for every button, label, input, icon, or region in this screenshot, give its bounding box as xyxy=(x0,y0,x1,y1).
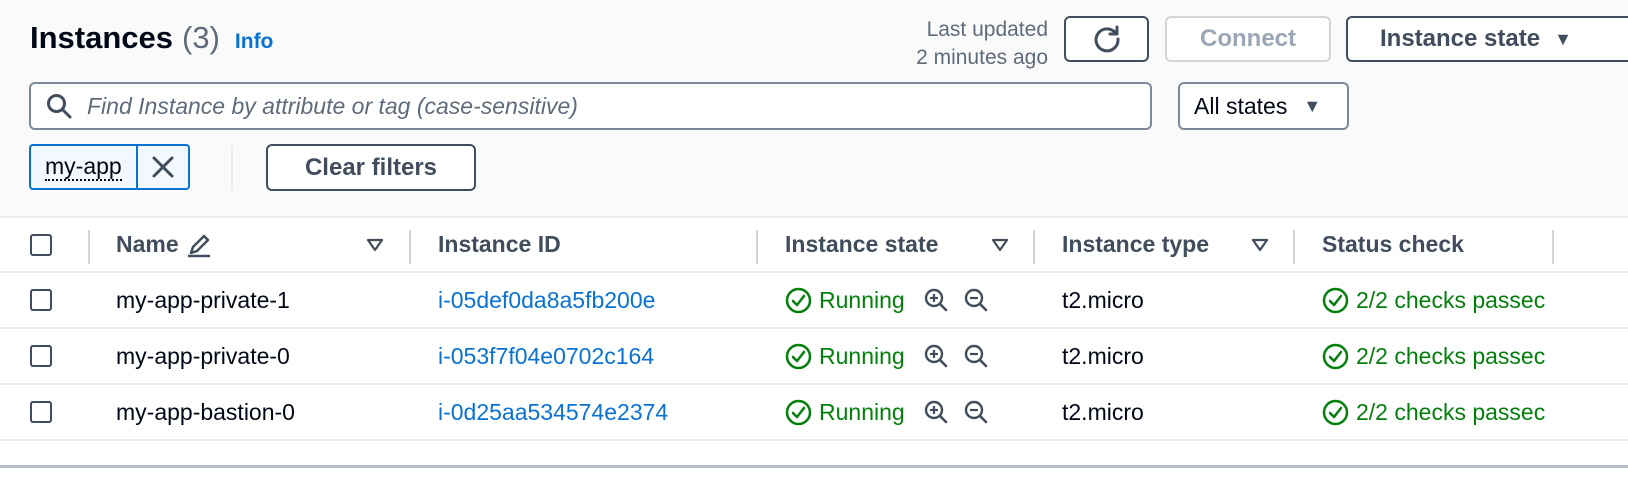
column-header-name-label: Name xyxy=(116,231,179,257)
connect-button[interactable]: Connect xyxy=(1165,16,1331,62)
instance-state-text: Running xyxy=(819,286,905,313)
caret-down-icon: ▼ xyxy=(1303,95,1322,116)
column-divider xyxy=(409,230,411,264)
page-title: Instances xyxy=(30,20,174,55)
check-circle-icon xyxy=(785,399,812,425)
refresh-icon xyxy=(1094,25,1120,53)
instance-state-cell: Running xyxy=(785,329,989,383)
column-divider xyxy=(1293,230,1295,264)
close-icon xyxy=(152,156,174,178)
refresh-button[interactable] xyxy=(1064,16,1149,62)
check-circle-icon xyxy=(1322,343,1349,369)
instance-type: t2.micro xyxy=(1062,286,1144,313)
select-all-checkbox[interactable] xyxy=(30,233,52,256)
states-select-value: All states xyxy=(1194,92,1288,119)
status-check-cell: 2/2 checks passec xyxy=(1322,385,1545,439)
search-input[interactable] xyxy=(85,91,1109,121)
column-divider xyxy=(88,230,90,264)
filter-token-label: my-app xyxy=(45,153,122,181)
column-header-status-check[interactable]: Status check xyxy=(1322,218,1464,271)
zoom-out-icon[interactable] xyxy=(963,343,989,369)
instance-state-cell: Running xyxy=(785,385,989,439)
table-row[interactable]: my-app-bastion-0 i-0d25aa534574e2374 Run… xyxy=(0,385,1628,441)
check-circle-icon xyxy=(785,287,812,313)
instance-state-text: Running xyxy=(819,398,905,425)
zoom-out-icon[interactable] xyxy=(963,399,989,425)
edit-icon xyxy=(187,234,210,257)
row-checkbox[interactable] xyxy=(30,289,52,311)
column-header-instance-type[interactable]: Instance type xyxy=(1062,218,1209,271)
sort-icon xyxy=(366,238,384,251)
row-checkbox[interactable] xyxy=(30,345,52,367)
table-row[interactable]: my-app-private-1 i-05def0da8a5fb200e Run… xyxy=(0,273,1628,329)
row-select-cell xyxy=(30,273,52,327)
status-check-cell: 2/2 checks passec xyxy=(1322,329,1545,383)
instances-table: Name Instance ID Instance state Instance… xyxy=(0,216,1628,441)
status-check-text: 2/2 checks passec xyxy=(1356,398,1546,425)
instance-count: (3) xyxy=(182,20,220,55)
table-row[interactable]: my-app-private-0 i-053f7f04e0702c164 Run… xyxy=(0,329,1628,385)
search-field[interactable] xyxy=(29,82,1152,130)
instance-name: my-app-private-0 xyxy=(116,342,290,369)
instance-state-text: Running xyxy=(819,342,905,369)
column-divider xyxy=(1552,230,1554,264)
instance-id-link[interactable]: i-0d25aa534574e2374 xyxy=(438,385,668,439)
zoom-in-icon[interactable] xyxy=(923,287,949,313)
sort-icon xyxy=(1251,238,1269,251)
instance-id-link[interactable]: i-053f7f04e0702c164 xyxy=(438,329,654,383)
zoom-in-icon[interactable] xyxy=(923,399,949,425)
row-select-cell xyxy=(30,385,52,439)
row-checkbox[interactable] xyxy=(30,401,52,423)
sort-instance-state-button[interactable] xyxy=(991,218,1009,271)
filter-divider xyxy=(231,146,233,190)
filter-token-dismiss-button[interactable] xyxy=(135,146,188,188)
clear-filters-button[interactable]: Clear filters xyxy=(266,144,476,191)
instance-name: my-app-private-1 xyxy=(116,286,290,313)
select-all-cell xyxy=(30,218,52,271)
column-divider xyxy=(756,230,758,264)
last-updated-label: Last updated xyxy=(926,18,1048,41)
check-circle-icon xyxy=(1322,287,1349,313)
column-header-instance-state[interactable]: Instance state xyxy=(785,218,938,271)
column-header-instance-id[interactable]: Instance ID xyxy=(438,218,561,271)
row-select-cell xyxy=(30,329,52,383)
search-icon xyxy=(47,94,72,119)
sort-instance-type-button[interactable] xyxy=(1251,218,1269,271)
filter-token-label-wrap[interactable]: my-app xyxy=(31,146,136,188)
states-select[interactable]: All states ▼ xyxy=(1178,82,1349,130)
status-check-text: 2/2 checks passec xyxy=(1356,342,1546,369)
instance-name: my-app-bastion-0 xyxy=(116,398,295,425)
instance-type: t2.micro xyxy=(1062,398,1144,425)
instance-state-dropdown[interactable]: Instance state ▼ xyxy=(1346,16,1628,62)
status-check-text: 2/2 checks passec xyxy=(1356,286,1546,313)
last-updated-time: 2 minutes ago xyxy=(916,46,1048,69)
sort-name-button[interactable] xyxy=(366,218,384,271)
sort-icon xyxy=(991,238,1009,251)
check-circle-icon xyxy=(785,343,812,369)
column-divider xyxy=(1033,230,1035,264)
column-header-name[interactable]: Name xyxy=(116,218,213,271)
last-updated: Last updated 2 minutes ago xyxy=(916,16,1048,72)
table-header: Name Instance ID Instance state Instance… xyxy=(0,216,1628,273)
instance-type: t2.micro xyxy=(1062,342,1144,369)
instance-state-cell: Running xyxy=(785,273,989,327)
filter-token: my-app xyxy=(29,144,190,190)
page-header: Instances (3) Info Last updated 2 minute… xyxy=(0,0,1628,216)
info-link[interactable]: Info xyxy=(235,30,273,54)
status-check-cell: 2/2 checks passec xyxy=(1322,273,1545,327)
zoom-out-icon[interactable] xyxy=(963,287,989,313)
zoom-in-icon[interactable] xyxy=(923,343,949,369)
table-bottom-border xyxy=(0,465,1628,468)
check-circle-icon xyxy=(1322,399,1349,425)
instance-state-dropdown-label: Instance state xyxy=(1380,25,1541,52)
title-group: Instances (3) Info xyxy=(30,20,273,60)
caret-down-icon: ▼ xyxy=(1554,28,1572,49)
instance-id-link[interactable]: i-05def0da8a5fb200e xyxy=(438,273,655,327)
